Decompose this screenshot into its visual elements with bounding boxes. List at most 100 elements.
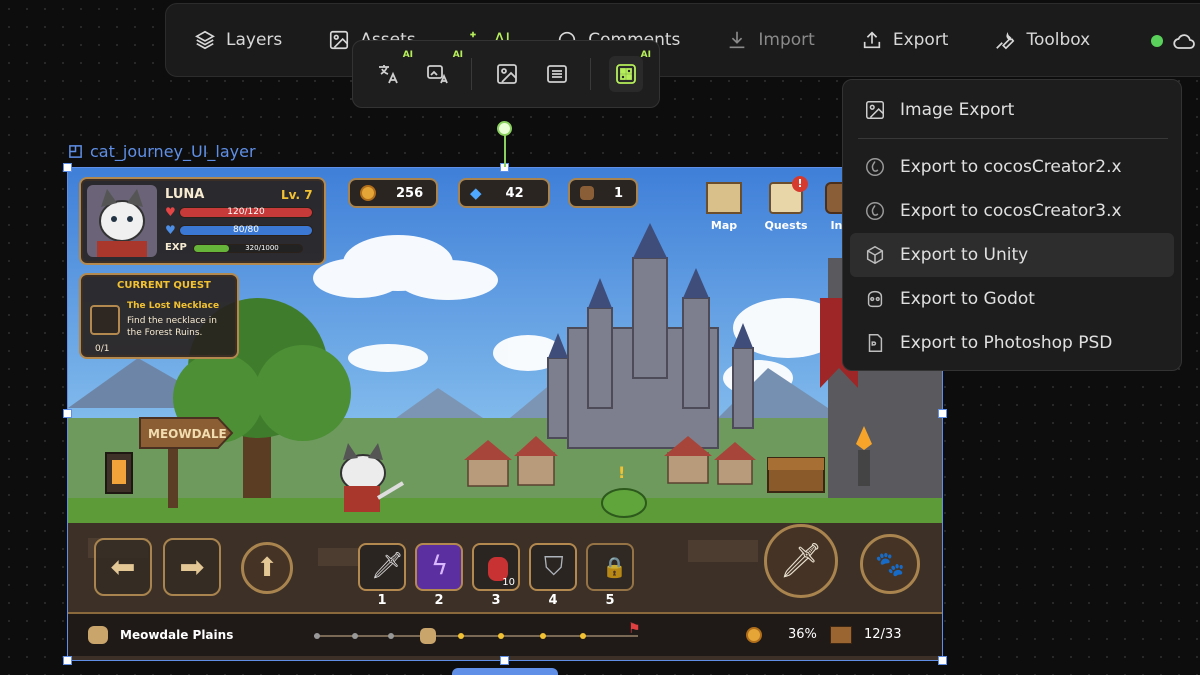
- hotbar-number: 1: [377, 593, 387, 608]
- move-right-button[interactable]: ➡: [163, 538, 221, 596]
- export-button[interactable]: Export: [861, 29, 949, 51]
- export-unity-item[interactable]: Export to Unity: [850, 233, 1174, 277]
- menu-divider: [858, 138, 1168, 139]
- resize-handle-w[interactable]: [63, 409, 72, 418]
- godot-icon: [867, 290, 883, 308]
- cat-skill-button[interactable]: 🐾: [860, 534, 920, 594]
- image-export-item[interactable]: Image Export: [850, 88, 1174, 132]
- resize-handle-e[interactable]: [938, 409, 947, 418]
- map-button[interactable]: Map: [702, 182, 746, 236]
- export-dropdown: Image Export Export to cocosCreator2.x E…: [842, 79, 1182, 371]
- game-canvas[interactable]: MEOWDALE ! LUNA Lv. 7 ♥ 120/120 ♥ 80/80 …: [68, 168, 942, 660]
- layers-icon: [195, 30, 215, 50]
- resize-handle-sw[interactable]: [63, 656, 72, 665]
- hotbar-number: 5: [605, 593, 615, 608]
- resize-handle-se[interactable]: [938, 656, 947, 665]
- layer-name-label[interactable]: cat_journey_UI_layer: [68, 142, 256, 161]
- gem-icon: ◆: [470, 184, 482, 202]
- avatar: [87, 185, 157, 257]
- ai-translate-button[interactable]: AI: [371, 50, 413, 92]
- ai-tag: AI: [640, 50, 651, 60]
- bags-counter: 1: [568, 178, 638, 208]
- text-button[interactable]: [540, 56, 574, 92]
- hotbar-number: 2: [434, 593, 444, 608]
- ai-image-translate-button[interactable]: AI: [421, 50, 463, 92]
- ai-subtoolbar: AI AI AI: [352, 40, 660, 108]
- bag-icon: [580, 186, 594, 200]
- hp-bar: 120/120: [179, 207, 313, 218]
- export-psd-item[interactable]: Export to Photoshop PSD: [850, 321, 1174, 365]
- menu-item-label: Export to cocosCreator3.x: [900, 201, 1122, 221]
- frame-icon: [69, 145, 82, 158]
- hotbar-slot-shield[interactable]: ⛉: [529, 543, 577, 591]
- bags-value: 1: [614, 185, 624, 201]
- menu-item-label: Export to cocosCreator2.x: [900, 157, 1122, 177]
- signpost-text: MEOWDALE: [148, 427, 227, 441]
- cat-face-icon: [88, 626, 108, 644]
- image-icon: [866, 101, 884, 119]
- mp-bar: 80/80: [179, 225, 313, 236]
- attack-button[interactable]: 🗡: [764, 524, 838, 598]
- jump-button[interactable]: ⬆: [241, 542, 293, 594]
- export-label: Export: [892, 30, 949, 50]
- player-panel: LUNA Lv. 7 ♥ 120/120 ♥ 80/80 EXP 320/100…: [79, 177, 326, 265]
- arrow-right-icon: ➡: [179, 549, 205, 585]
- resize-handle-s[interactable]: [500, 656, 509, 665]
- menu-item-label: Export to Photoshop PSD: [900, 333, 1113, 353]
- layers-button[interactable]: Layers: [194, 29, 282, 51]
- cloud-icon[interactable]: [1172, 30, 1196, 52]
- hp-text: 120/120: [227, 207, 265, 217]
- hotbar-slot-lightning[interactable]: ϟ: [415, 543, 463, 591]
- rotation-handle[interactable]: [497, 121, 512, 136]
- sword-icon: 🗡: [779, 541, 823, 581]
- quest-title: The Lost Necklace: [127, 301, 220, 311]
- import-label: Import: [758, 30, 815, 50]
- subbar-separator: [471, 58, 472, 90]
- download-icon: [730, 31, 745, 49]
- quests-label: Quests: [764, 219, 808, 232]
- export-cocos2-item[interactable]: Export to cocosCreator2.x: [850, 145, 1174, 189]
- move-left-button[interactable]: ⬅: [94, 538, 152, 596]
- menu-item-label: Export to Godot: [900, 289, 1035, 309]
- bottom-panel-tab[interactable]: [452, 668, 558, 675]
- hotbar-number: 4: [548, 593, 558, 608]
- exploration-percent: 36%: [788, 627, 817, 642]
- player-name: LUNA: [165, 187, 205, 202]
- toolbox-button[interactable]: Toolbox: [994, 29, 1090, 51]
- chest-icon: [830, 626, 852, 644]
- menu-item-label: Export to Unity: [900, 245, 1029, 265]
- paw-icon: 🐾: [875, 550, 905, 578]
- location-name: Meowdale Plains: [120, 628, 234, 642]
- resize-handle-nw[interactable]: [63, 163, 72, 172]
- quests-button[interactable]: Quests !: [762, 176, 810, 236]
- track-dot: [388, 633, 394, 639]
- quest-panel[interactable]: CURRENT QUEST The Lost Necklace Find the…: [79, 273, 239, 359]
- track-dot: [352, 633, 358, 639]
- lightning-icon: ϟ: [431, 551, 449, 581]
- image-icon: [330, 30, 349, 50]
- coins-value: 256: [396, 185, 424, 201]
- status-dot: [1151, 35, 1163, 47]
- exp-label: EXP: [165, 242, 187, 253]
- toolbox-label: Toolbox: [1026, 30, 1091, 50]
- image-button[interactable]: [490, 56, 524, 92]
- mana-heart-icon: ♥: [165, 223, 176, 237]
- gems-counter: ◆ 42: [458, 178, 550, 208]
- grid-icon: [616, 64, 636, 84]
- layers-label: Layers: [226, 30, 283, 50]
- track-dot: [458, 633, 464, 639]
- wrench-icon: [996, 31, 1015, 50]
- progress-track: ⚑: [314, 621, 641, 644]
- hotbar-slot-locked[interactable]: 🔒: [586, 543, 634, 591]
- shield-icon: ⛉: [544, 552, 564, 582]
- import-button[interactable]: Import: [726, 29, 815, 51]
- export-cocos3-item[interactable]: Export to cocosCreator3.x: [850, 189, 1174, 233]
- layer-name: cat_journey_UI_layer: [90, 142, 256, 161]
- hotbar-slot-potion[interactable]: 10: [472, 543, 520, 591]
- hotbar-slot-sword[interactable]: 🗡: [358, 543, 406, 591]
- export-godot-item[interactable]: Export to Godot: [850, 277, 1174, 321]
- mp-text: 80/80: [233, 225, 259, 235]
- track-dot: [498, 633, 504, 639]
- ai-layout-button[interactable]: AI: [608, 50, 651, 92]
- cocos-icon: [866, 158, 884, 176]
